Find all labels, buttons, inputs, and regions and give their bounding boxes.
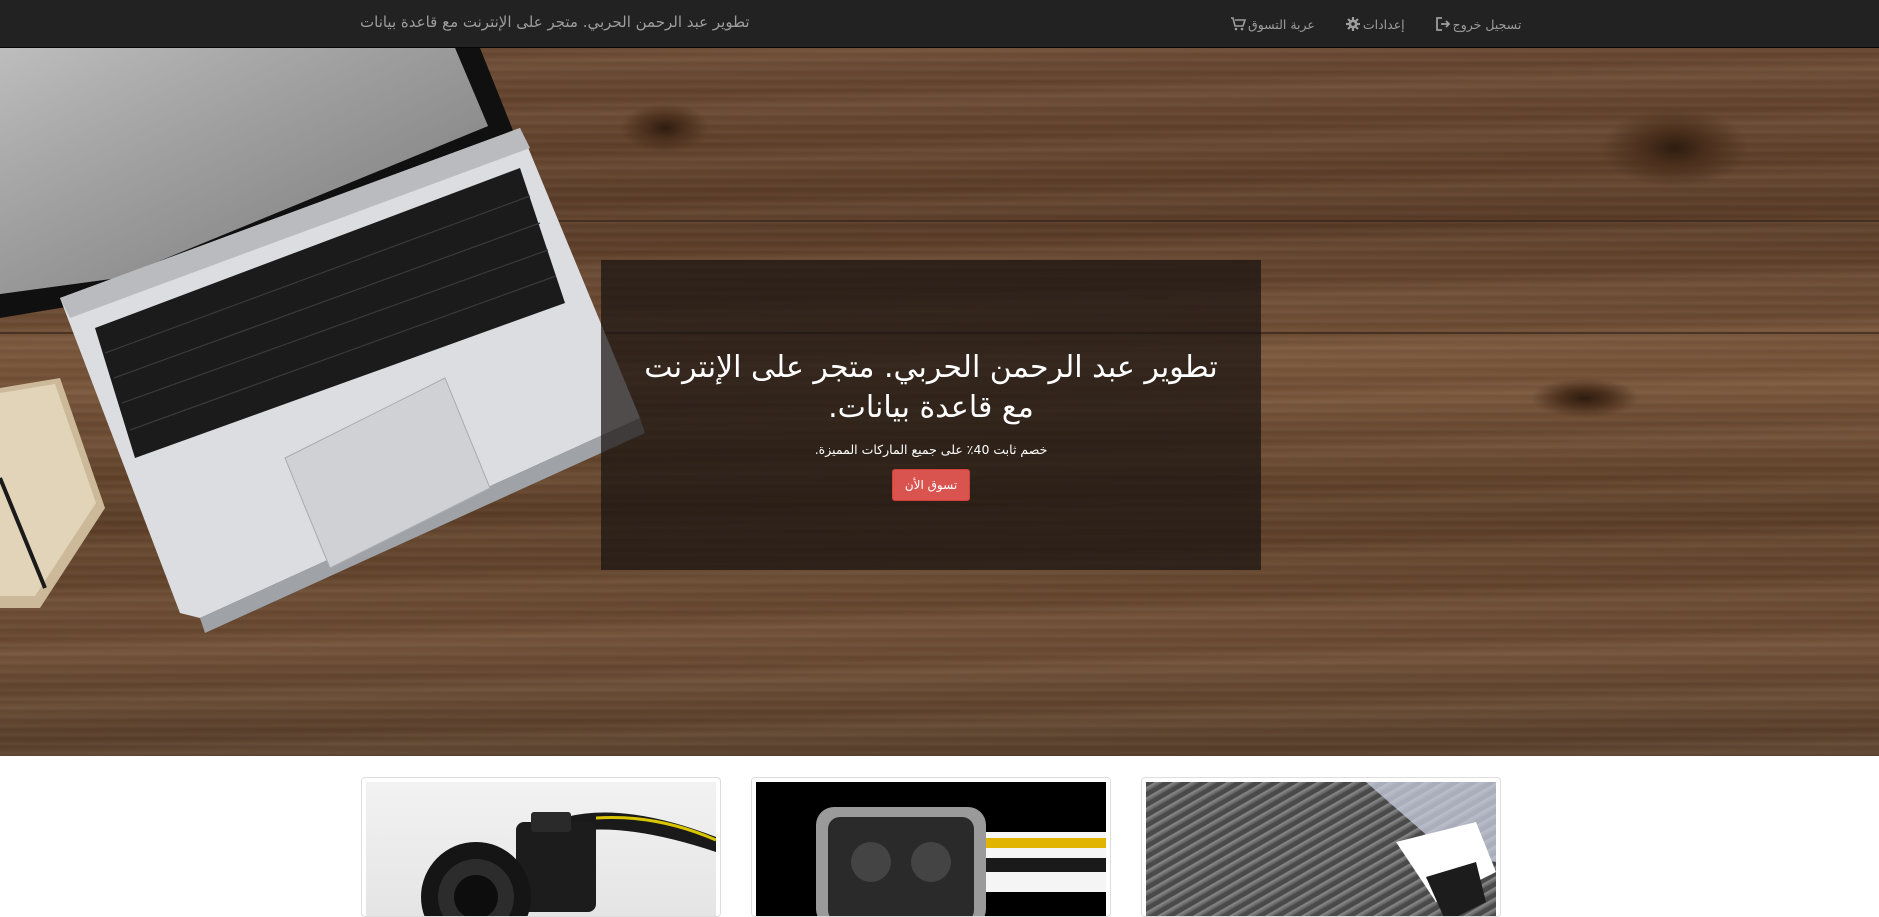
navbar-brand[interactable]: تطوير عبد الرحمن الحربي. متجر على الإنتر… bbox=[360, 0, 750, 48]
nav-shopping-cart[interactable]: عربة التسوق bbox=[1230, 0, 1315, 48]
nav-shopping-cart-label: عربة التسوق bbox=[1248, 16, 1315, 32]
wood-knot bbox=[1530, 378, 1640, 418]
hero-title: تطوير عبد الرحمن الحربي. متجر على الإنتر… bbox=[644, 350, 1218, 425]
nav-logout-label: تسجيل خروج bbox=[1452, 16, 1522, 32]
shopping-cart-icon bbox=[1230, 16, 1246, 32]
nav-logout[interactable]: تسجيل خروج bbox=[1435, 0, 1522, 48]
gear-icon bbox=[1345, 16, 1361, 32]
top-navbar: تطوير عبد الرحمن الحربي. متجر على الإنتر… bbox=[0, 0, 1879, 48]
product-card[interactable] bbox=[1141, 777, 1501, 917]
shirt-image bbox=[1146, 782, 1496, 916]
watch-image bbox=[756, 782, 1106, 916]
wood-knot bbox=[1600, 108, 1750, 188]
product-card[interactable] bbox=[751, 777, 1111, 917]
laptop-image bbox=[0, 48, 645, 633]
camera-image bbox=[366, 782, 716, 916]
hero-overlay-panel: تطوير عبد الرحمن الحربي. متجر على الإنتر… bbox=[601, 260, 1261, 570]
nav-settings[interactable]: إعدادات bbox=[1345, 0, 1405, 48]
nav-settings-label: إعدادات bbox=[1362, 16, 1405, 32]
shop-now-button[interactable]: تسوق الأن bbox=[891, 469, 971, 501]
navbar-links: عربة التسوق إعدادات تسجيل خروج bbox=[1230, 0, 1551, 48]
product-card[interactable] bbox=[361, 777, 721, 917]
hero-banner: تطوير عبد الرحمن الحربي. متجر على الإنتر… bbox=[0, 48, 1879, 756]
logout-icon bbox=[1435, 16, 1451, 32]
product-grid bbox=[361, 777, 1501, 917]
hero-subtitle: خصم ثابت 40٪ على جميع الماركات المميزة. bbox=[814, 442, 1048, 457]
